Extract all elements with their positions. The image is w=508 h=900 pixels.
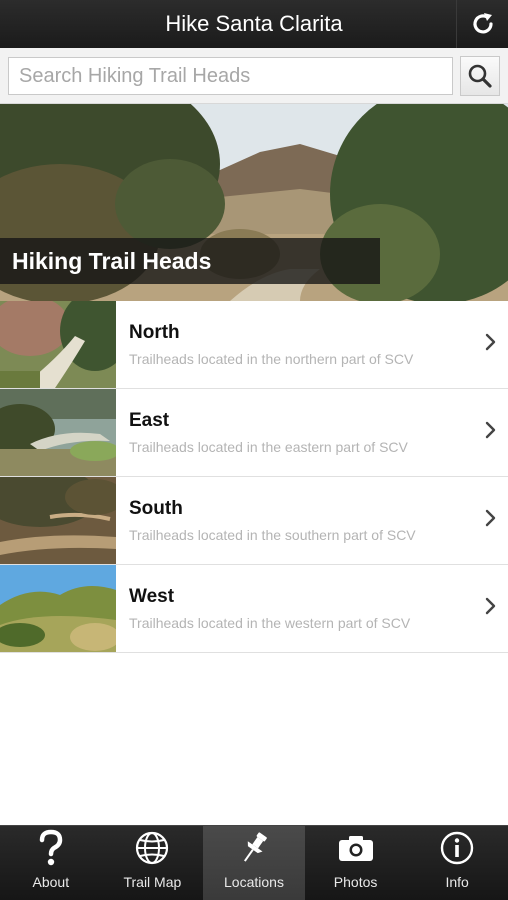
list-item-title: North xyxy=(129,322,180,343)
tab-label: Trail Map xyxy=(123,874,182,890)
west-thumbnail xyxy=(0,565,116,652)
refresh-button[interactable] xyxy=(456,0,508,48)
tab-locations[interactable]: Locations xyxy=(203,826,305,900)
app-header: Hike Santa Clarita xyxy=(0,0,508,48)
app-title: Hike Santa Clarita xyxy=(165,11,343,36)
tab-label: About xyxy=(32,874,70,890)
chevron-right-icon xyxy=(485,421,496,439)
camera-icon xyxy=(337,828,375,868)
region-list: North Trailheads located in the northern… xyxy=(0,301,508,653)
list-item-title: South xyxy=(129,498,183,519)
chevron-right-icon xyxy=(485,597,496,615)
tab-info[interactable]: Info xyxy=(406,826,508,900)
south-thumbnail xyxy=(0,477,116,564)
list-item-description: Trailheads located in the northern part … xyxy=(129,351,414,367)
search-bar xyxy=(0,48,508,104)
hero-caption: Hiking Trail Heads xyxy=(0,238,380,284)
list-item-title: East xyxy=(129,410,170,431)
chevron-right-icon xyxy=(485,333,496,351)
north-thumbnail xyxy=(0,301,116,388)
globe-icon xyxy=(134,828,170,868)
list-item-title: West xyxy=(129,586,175,607)
tab-label: Info xyxy=(445,874,469,890)
list-item-description: Trailheads located in the eastern part o… xyxy=(129,439,408,455)
pushpin-icon xyxy=(237,828,271,868)
hero-caption-text: Hiking Trail Heads xyxy=(12,247,212,274)
list-item-description: Trailheads located in the southern part … xyxy=(129,527,416,543)
hero-image: Hiking Trail Heads xyxy=(0,104,508,301)
bottom-tab-bar: About Trail Map Locations Photos Info xyxy=(0,825,508,900)
tab-photos[interactable]: Photos xyxy=(305,826,407,900)
info-icon xyxy=(439,828,475,868)
tab-trail-map[interactable]: Trail Map xyxy=(102,826,204,900)
chevron-right-icon xyxy=(485,509,496,527)
list-item-west[interactable]: West Trailheads located in the western p… xyxy=(0,565,508,653)
tab-label: Photos xyxy=(333,874,378,890)
search-input[interactable] xyxy=(8,57,453,95)
list-item-east[interactable]: East Trailheads located in the eastern p… xyxy=(0,389,508,477)
refresh-icon xyxy=(472,13,493,34)
east-thumbnail xyxy=(0,389,116,476)
question-icon xyxy=(36,828,66,868)
tab-label: Locations xyxy=(224,874,284,890)
list-item-description: Trailheads located in the western part o… xyxy=(129,615,411,631)
tab-about[interactable]: About xyxy=(0,826,102,900)
search-icon xyxy=(468,64,492,88)
list-item-south[interactable]: South Trailheads located in the southern… xyxy=(0,477,508,565)
list-item-north[interactable]: North Trailheads located in the northern… xyxy=(0,301,508,389)
search-button[interactable] xyxy=(460,56,500,96)
